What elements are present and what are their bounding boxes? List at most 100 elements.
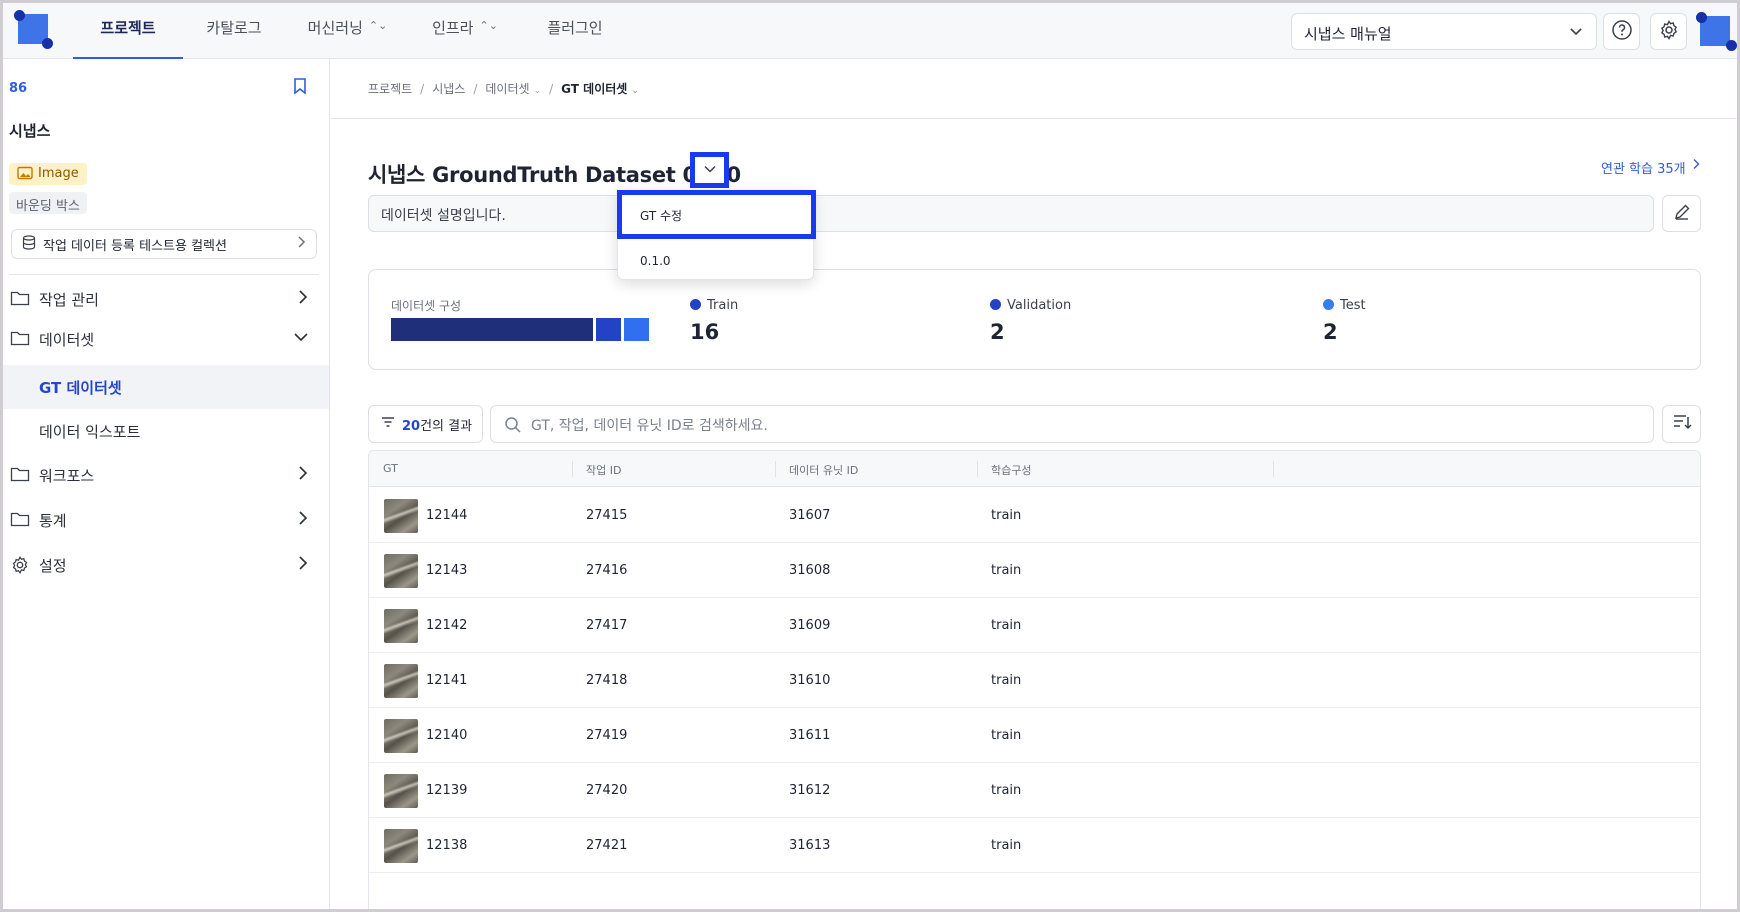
nav-item-ml[interactable]: 머신러닝 ⌃⌄	[285, 3, 410, 59]
project-name: 시냅스	[9, 122, 51, 140]
composition-bar	[391, 318, 649, 341]
sidebar-item-settings[interactable]: 설정	[3, 543, 329, 587]
gt-thumbnail[interactable]	[384, 829, 418, 863]
sidebar-item-label: GT 데이터셋	[39, 379, 122, 397]
column-header-split[interactable]: 학습구성	[991, 462, 1031, 478]
collection-label: 작업 데이터 등록 테스트용 컬렉션	[43, 238, 227, 254]
related-training-label: 연관 학습 35개	[1601, 162, 1686, 177]
gt-thumbnail[interactable]	[384, 499, 418, 533]
table-row[interactable]: 12144 27415 31607 train	[369, 488, 1700, 543]
table-row[interactable]: 12143 27416 31608 train	[369, 543, 1700, 598]
nav-item-project[interactable]: 프로젝트	[73, 3, 183, 59]
cell-split: train	[991, 783, 1022, 798]
breadcrumb-separator: /	[549, 81, 554, 96]
updown-chevron-icon: ⌃⌄	[368, 19, 388, 32]
result-count-text: 20건의 결과	[402, 415, 472, 434]
cell-task-id: 27416	[586, 563, 628, 578]
gt-thumbnail[interactable]	[384, 719, 418, 753]
composition-bar-segment-test	[624, 318, 649, 341]
cell-task-id: 27418	[586, 673, 628, 688]
cell-data-unit-id: 31611	[789, 728, 831, 743]
table-row[interactable]: 12140 27419 31611 train	[369, 708, 1700, 763]
composition-bar-segment-train	[391, 318, 593, 341]
chevron-right-icon	[1692, 158, 1700, 177]
table-row[interactable]: 12139 27420 31612 train	[369, 763, 1700, 818]
cell-data-unit-id: 31609	[789, 618, 831, 633]
cell-task-id: 27420	[586, 783, 628, 798]
data-type-badge: Image	[9, 163, 87, 185]
column-header-task-id[interactable]: 작업 ID	[586, 462, 621, 478]
sort-button[interactable]	[1662, 405, 1701, 443]
collection-link[interactable]: 작업 데이터 등록 테스트용 컬렉션	[11, 229, 317, 259]
breadcrumb-item[interactable]: 시냅스	[432, 80, 465, 97]
cell-data-unit-id: 31607	[789, 508, 831, 523]
app-logo[interactable]	[14, 10, 53, 49]
cell-gt-id: 12138	[426, 838, 468, 853]
help-button[interactable]	[1603, 13, 1640, 50]
nav-item-catalog[interactable]: 카탈로그	[183, 3, 285, 59]
edit-description-button[interactable]	[1662, 195, 1701, 232]
cell-split: train	[991, 563, 1022, 578]
nav-item-plugin[interactable]: 플러그인	[520, 3, 630, 59]
chevron-right-icon	[296, 235, 306, 253]
gt-thumbnail[interactable]	[384, 774, 418, 808]
column-header-gt[interactable]: GT	[383, 462, 398, 475]
gt-thumbnail[interactable]	[384, 664, 418, 698]
user-avatar[interactable]	[1696, 11, 1737, 51]
chevron-down-icon	[1568, 23, 1584, 43]
table-row[interactable]: 12138 27421 31613 train	[369, 818, 1700, 873]
chevron-down-icon: ⌄	[533, 86, 542, 96]
cell-data-unit-id: 31612	[789, 783, 831, 798]
database-icon	[22, 234, 36, 254]
filter-button[interactable]: 20건의 결과	[368, 405, 483, 443]
gear-icon	[1658, 19, 1680, 45]
nav-item-label: 카탈로그	[206, 19, 262, 37]
manual-select-value: 시냅스 매뉴얼	[1304, 25, 1392, 43]
folder-icon	[10, 329, 30, 351]
sidebar-item-data-export[interactable]: 데이터 익스포트	[3, 409, 329, 453]
gt-thumbnail[interactable]	[384, 554, 418, 588]
search-input[interactable]: GT, 작업, 데이터 유닛 ID로 검색하세요.	[490, 405, 1654, 443]
stat-label: Test	[1340, 298, 1366, 313]
breadcrumb-item[interactable]: 프로젝트	[368, 80, 412, 97]
table-row[interactable]: 12141 27418 31610 train	[369, 653, 1700, 708]
dataset-description: 데이터셋 설명입니다.	[368, 195, 1654, 232]
sidebar-item-workforce[interactable]: 워크포스	[3, 453, 329, 497]
cell-split: train	[991, 728, 1022, 743]
gt-thumbnail[interactable]	[384, 609, 418, 643]
settings-button[interactable]	[1650, 13, 1687, 50]
stat-value: 16	[690, 320, 720, 344]
related-training-link[interactable]: 연관 학습 35개	[1601, 158, 1700, 177]
chevron-right-icon	[297, 289, 309, 309]
column-header-data-unit-id[interactable]: 데이터 유닛 ID	[789, 462, 858, 478]
manual-select[interactable]: 시냅스 매뉴얼	[1291, 13, 1597, 50]
sidebar-item-gt-dataset[interactable]: GT 데이터셋	[3, 365, 329, 409]
version-dropdown-button[interactable]	[690, 152, 729, 188]
breadcrumb-separator: /	[420, 81, 425, 96]
sidebar: 86 시냅스 Image 바운딩 박스 작업 데이터 등록 테스트용 컬렉션 작…	[3, 59, 330, 909]
cell-task-id: 27417	[586, 618, 628, 633]
help-icon	[1611, 19, 1633, 45]
dropdown-item-gt-edit[interactable]: GT 수정	[617, 190, 816, 239]
chevron-down-icon	[293, 329, 309, 349]
sidebar-item-dataset[interactable]: 데이터셋	[3, 317, 329, 361]
top-bar: 프로젝트 카탈로그 머신러닝 ⌃⌄ 인프라 ⌃⌄ 플러그인 시냅스 매뉴얼	[3, 3, 1737, 59]
breadcrumb-current-dropdown[interactable]: GT 데이터셋 ⌄	[561, 80, 639, 97]
sort-icon	[1672, 413, 1692, 435]
result-suffix: 건의 결과	[420, 418, 473, 434]
cell-split: train	[991, 838, 1022, 853]
table-header: GT 작업 ID 데이터 유닛 ID 학습구성	[369, 451, 1700, 487]
table-row[interactable]: 12142 27417 31609 train	[369, 598, 1700, 653]
project-id: 86	[9, 81, 28, 96]
cell-task-id: 27419	[586, 728, 628, 743]
cell-gt-id: 12144	[426, 508, 468, 523]
bookmark-icon[interactable]	[291, 77, 309, 99]
sidebar-item-work[interactable]: 작업 관리	[3, 277, 329, 321]
sidebar-item-stats[interactable]: 통계	[3, 498, 329, 542]
breadcrumb-item-dropdown[interactable]: 데이터셋 ⌄	[485, 80, 541, 97]
nav-item-infra[interactable]: 인프라 ⌃⌄	[410, 3, 520, 59]
chevron-down-icon: ⌄	[631, 86, 639, 96]
nav-item-label: 플러그인	[547, 19, 603, 37]
search-icon	[504, 416, 522, 438]
dropdown-item-version[interactable]: 0.1.0	[640, 254, 671, 268]
